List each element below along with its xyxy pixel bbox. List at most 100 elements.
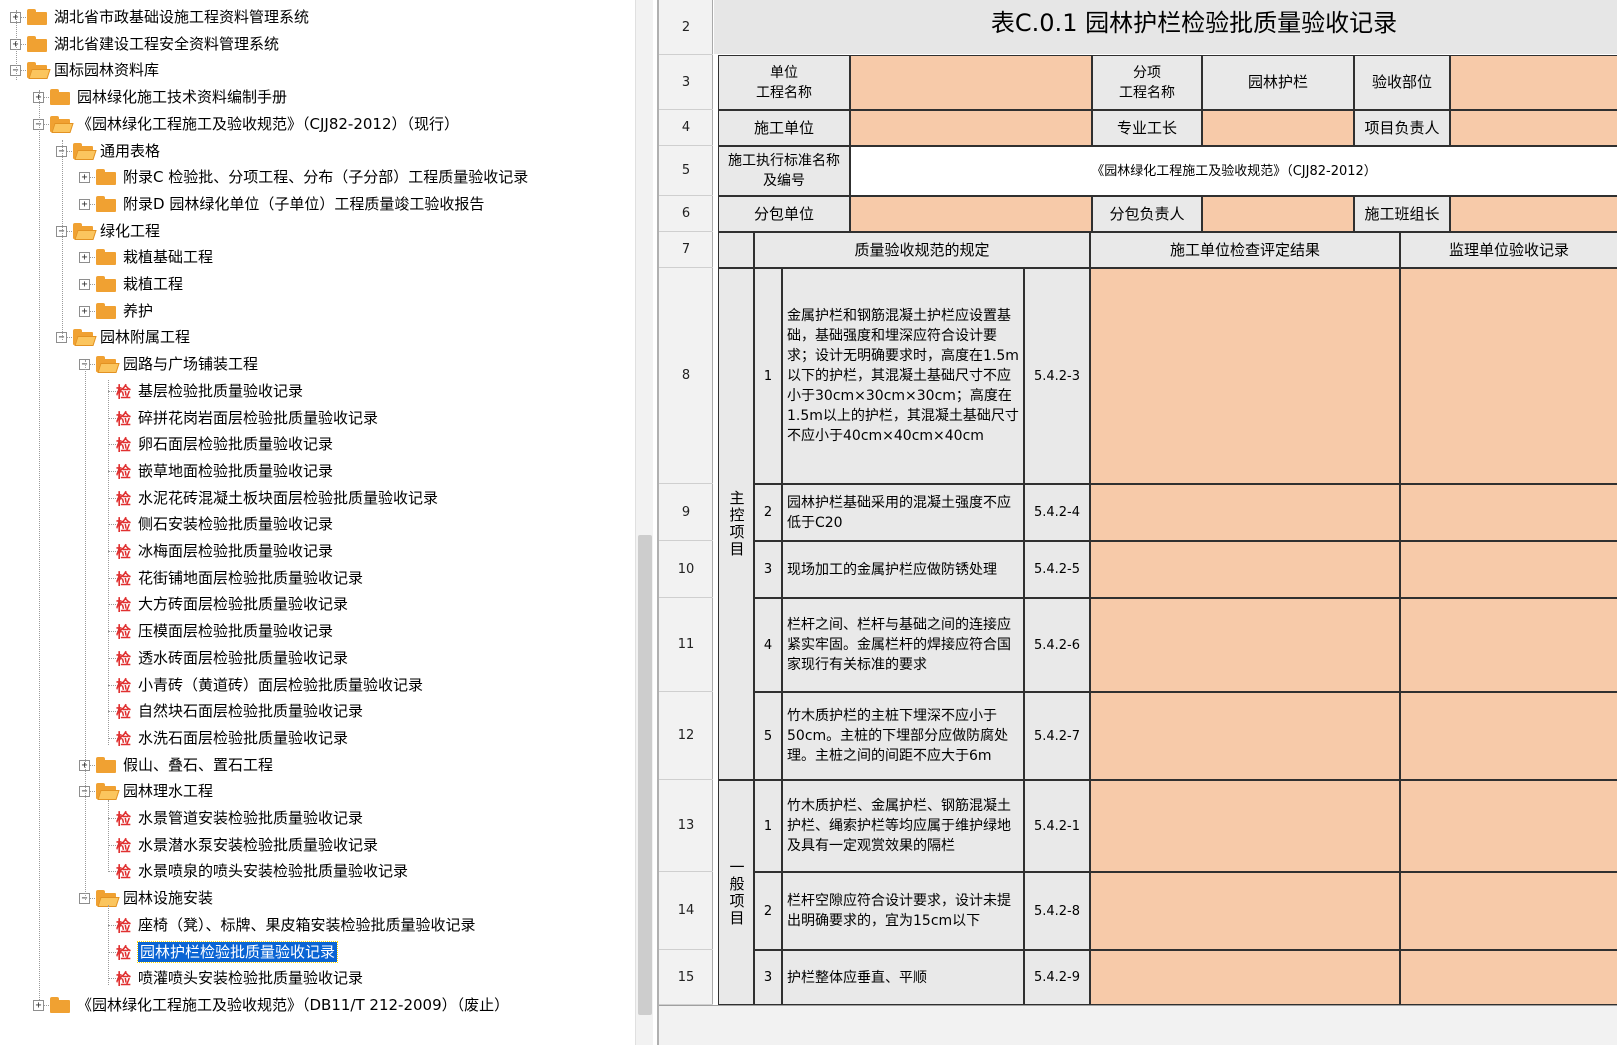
- general-item-supervision-input[interactable]: [1400, 950, 1617, 1005]
- tree-item-label[interactable]: 园林设施安装: [123, 888, 213, 908]
- main-item-result-input[interactable]: [1090, 598, 1400, 692]
- tree-item-label[interactable]: 喷灌喷头安装检验批质量验收记录: [138, 968, 363, 988]
- construction-unit-input[interactable]: [850, 110, 1092, 146]
- tree-item[interactable]: 检冰梅面层检验批质量验收记录: [0, 538, 655, 565]
- main-item-supervision-input[interactable]: [1400, 541, 1617, 598]
- tree-item[interactable]: + 园林绿化施工技术资料编制手册: [0, 84, 655, 111]
- foreman-input[interactable]: [1202, 110, 1354, 146]
- tree-item[interactable]: 检透水砖面层检验批质量验收记录: [0, 645, 655, 672]
- tree-item-label[interactable]: 水泥花砖混凝土板块面层检验批质量验收记录: [138, 488, 438, 508]
- main-item-result-input[interactable]: [1090, 692, 1400, 780]
- row-header[interactable]: 6: [659, 196, 713, 232]
- tree-item-label[interactable]: 压模面层检验批质量验收记录: [138, 621, 333, 641]
- tree-item[interactable]: 检水景管道安装检验批质量验收记录: [0, 805, 655, 832]
- tree-item-label[interactable]: 小青砖（黄道砖）面层检验批质量验收记录: [138, 675, 423, 695]
- tree-item-label[interactable]: 附录D 园林绿化单位（子单位）工程质量竣工验收报告: [123, 194, 484, 214]
- tree-item-label[interactable]: 花街铺地面层检验批质量验收记录: [138, 568, 363, 588]
- tree-item[interactable]: + 假山、叠石、置石工程: [0, 752, 655, 779]
- tree-item[interactable]: 检自然块石面层检验批质量验收记录: [0, 698, 655, 725]
- main-item-result-input[interactable]: [1090, 484, 1400, 541]
- tree-item-label[interactable]: 嵌草地面检验批质量验收记录: [138, 461, 333, 481]
- tree-item-label[interactable]: 绿化工程: [100, 221, 160, 241]
- tree-item-label[interactable]: 园林附属工程: [100, 327, 190, 347]
- tree-item-label[interactable]: 座椅（凳）、标牌、果皮箱安装检验批质量验收记录: [138, 915, 476, 935]
- general-item-result-input[interactable]: [1090, 950, 1400, 1005]
- main-item-supervision-input[interactable]: [1400, 484, 1617, 541]
- tree-item-label[interactable]: 卵石面层检验批质量验收记录: [138, 434, 333, 454]
- row-header[interactable]: 4: [659, 110, 713, 146]
- tree-scrollbar[interactable]: [635, 0, 653, 1045]
- row-header[interactable]: 9: [659, 484, 713, 541]
- tree-item-label[interactable]: 水景喷泉的喷头安装检验批质量验收记录: [138, 861, 408, 881]
- subcontract-unit-input[interactable]: [850, 196, 1092, 232]
- tree-item[interactable]: + 栽植工程: [0, 271, 655, 298]
- expand-icon[interactable]: +: [79, 252, 90, 264]
- tree-item-label[interactable]: 水景潜水泵安装检验批质量验收记录: [138, 835, 378, 855]
- tree-item[interactable]: 检压模面层检验批质量验收记录: [0, 618, 655, 645]
- tree-item[interactable]: + 栽植基础工程: [0, 244, 655, 271]
- expand-icon[interactable]: +: [79, 172, 90, 184]
- tree-item[interactable]: 检大方砖面层检验批质量验收记录: [0, 591, 655, 618]
- row-header[interactable]: 13: [659, 780, 713, 872]
- acceptance-part-input[interactable]: [1450, 55, 1617, 110]
- tree-item[interactable]: − 园林附属工程: [0, 324, 655, 351]
- row-header[interactable]: 7: [659, 232, 713, 268]
- unit-project-name-input[interactable]: [850, 55, 1092, 110]
- tree-item[interactable]: 检喷灌喷头安装检验批质量验收记录: [0, 965, 655, 992]
- general-item-supervision-input[interactable]: [1400, 872, 1617, 950]
- tree-item-label[interactable]: 假山、叠石、置石工程: [123, 755, 273, 775]
- main-item-supervision-input[interactable]: [1400, 692, 1617, 780]
- main-item-supervision-input[interactable]: [1400, 598, 1617, 692]
- tree-item-label[interactable]: 园路与广场铺装工程: [123, 354, 258, 374]
- general-item-result-input[interactable]: [1090, 872, 1400, 950]
- tree-item[interactable]: 检基层检验批质量验收记录: [0, 378, 655, 405]
- tree-item-label[interactable]: 附录C 检验批、分项工程、分布（子分部）工程质量验收记录: [123, 167, 528, 187]
- tree-item[interactable]: 检座椅（凳）、标牌、果皮箱安装检验批质量验收记录: [0, 912, 655, 939]
- tree-item[interactable]: + 湖北省建设工程安全资料管理系统: [0, 31, 655, 58]
- row-header[interactable]: 2: [659, 0, 713, 55]
- row-header[interactable]: 15: [659, 950, 713, 1005]
- main-item-supervision-input[interactable]: [1400, 268, 1617, 484]
- tree-item[interactable]: + 湖北省市政基础设施工程资料管理系统: [0, 4, 655, 31]
- row-header[interactable]: 10: [659, 541, 713, 598]
- tree-item-label[interactable]: 国标园林资料库: [54, 60, 159, 80]
- tree-item[interactable]: − 绿化工程: [0, 218, 655, 245]
- tree-item[interactable]: − 国标园林资料库: [0, 57, 655, 84]
- row-header[interactable]: 8: [659, 268, 713, 484]
- tree-item[interactable]: 检侧石安装检验批质量验收记录: [0, 511, 655, 538]
- main-item-result-input[interactable]: [1090, 541, 1400, 598]
- tree-item[interactable]: − 园路与广场铺装工程: [0, 351, 655, 378]
- tree-item-label[interactable]: 水洗石面层检验批质量验收记录: [138, 728, 348, 748]
- expand-icon[interactable]: +: [79, 279, 90, 290]
- tree-item[interactable]: − 《园林绿化工程施工及验收规范》（CJJ82-2012）（现行）: [0, 111, 655, 138]
- tree-item[interactable]: 检水景潜水泵安装检验批质量验收记录: [0, 832, 655, 859]
- tree-item-label[interactable]: 水景管道安装检验批质量验收记录: [138, 808, 363, 828]
- expand-icon[interactable]: +: [79, 305, 90, 317]
- tree-item[interactable]: + 《园林绿化工程施工及验收规范》（DB11/T 212-2009）（废止）: [0, 992, 655, 1019]
- tree-item[interactable]: 检水泥花砖混凝土板块面层检验批质量验收记录: [0, 485, 655, 512]
- general-item-result-input[interactable]: [1090, 780, 1400, 872]
- tree-item[interactable]: + 附录C 检验批、分项工程、分布（子分部）工程质量验收记录: [0, 164, 655, 191]
- tree-item[interactable]: + 养护: [0, 298, 655, 325]
- main-item-result-input[interactable]: [1090, 268, 1400, 484]
- tree-item[interactable]: − 通用表格: [0, 138, 655, 165]
- team-leader-input[interactable]: [1450, 196, 1617, 232]
- tree-item[interactable]: − 园林理水工程: [0, 778, 655, 805]
- tree-item-label[interactable]: 《园林绿化工程施工及验收规范》（DB11/T 212-2009）（废止）: [77, 995, 509, 1015]
- tree-item[interactable]: + 附录D 园林绿化单位（子单位）工程质量竣工验收报告: [0, 191, 655, 218]
- tree-item[interactable]: 检嵌草地面检验批质量验收记录: [0, 458, 655, 485]
- tree-item-label[interactable]: 《园林绿化工程施工及验收规范》（CJJ82-2012）（现行）: [77, 114, 459, 134]
- row-header[interactable]: 14: [659, 872, 713, 950]
- row-header[interactable]: 11: [659, 598, 713, 692]
- general-item-supervision-input[interactable]: [1400, 780, 1617, 872]
- tree-item-label[interactable]: 冰梅面层检验批质量验收记录: [138, 541, 333, 561]
- tree-item-label[interactable]: 碎拼花岗岩面层检验批质量验收记录: [138, 408, 378, 428]
- subcontract-manager-input[interactable]: [1202, 196, 1354, 232]
- row-header[interactable]: 12: [659, 692, 713, 780]
- tree-item-label[interactable]: 养护: [123, 301, 153, 321]
- tree-item-label[interactable]: 园林理水工程: [123, 781, 213, 801]
- tree-item-label[interactable]: 通用表格: [100, 141, 160, 161]
- tree-item[interactable]: 检碎拼花岗岩面层检验批质量验收记录: [0, 405, 655, 432]
- row-header[interactable]: 5: [659, 146, 713, 196]
- expand-icon[interactable]: +: [33, 999, 44, 1011]
